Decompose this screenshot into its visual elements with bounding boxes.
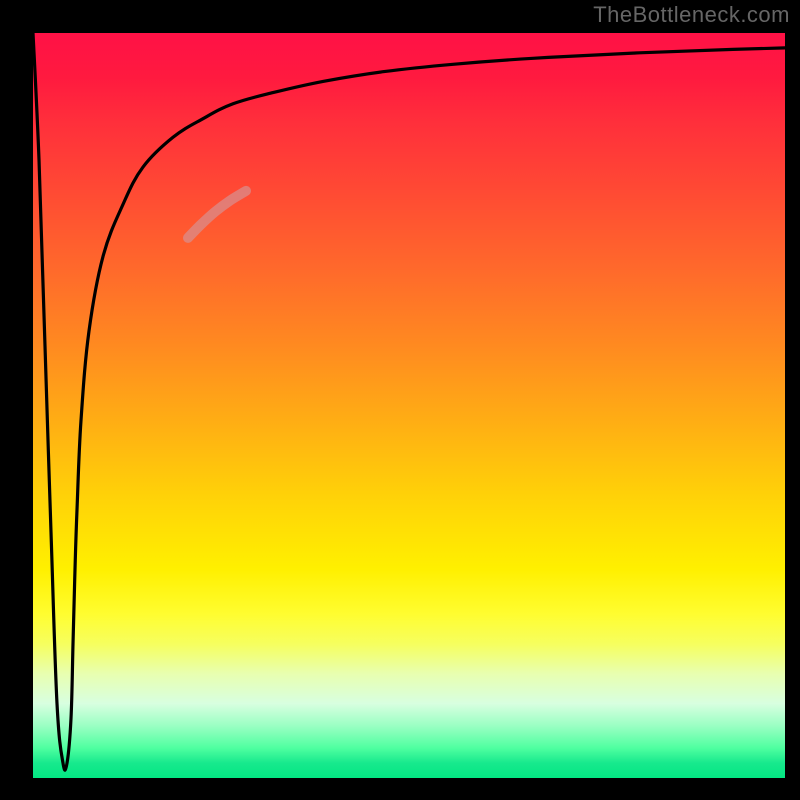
chart-frame: TheBottleneck.com [0, 0, 800, 800]
bottleneck-curve [33, 33, 785, 770]
curve-svg [33, 33, 785, 778]
muted-highlight [188, 191, 246, 238]
plot-area [33, 33, 785, 778]
watermark-text: TheBottleneck.com [593, 2, 790, 28]
